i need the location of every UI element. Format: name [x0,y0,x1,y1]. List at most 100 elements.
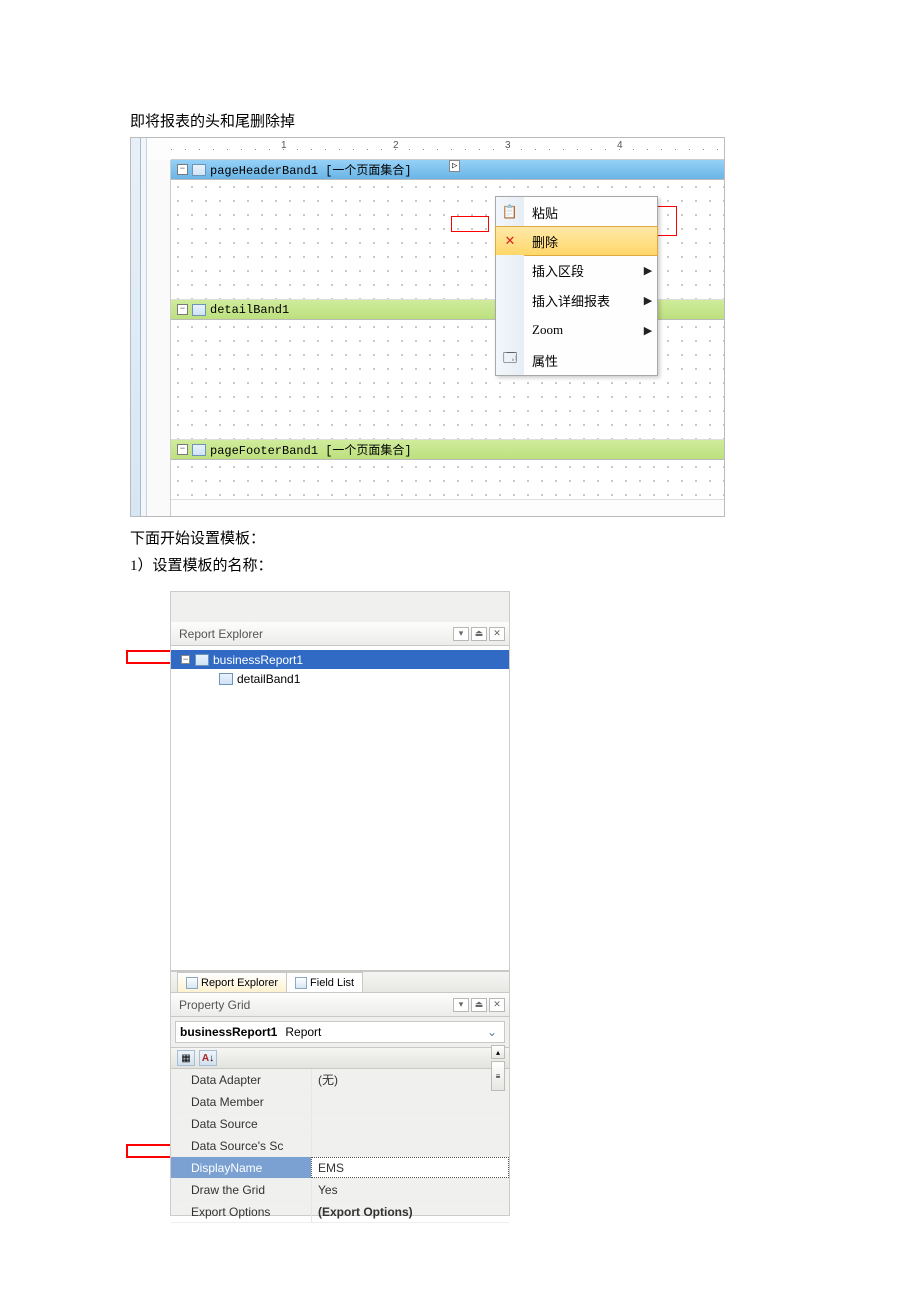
menu-paste-label: 粘贴 [524,203,657,222]
menu-delete-label: 删除 [524,232,657,251]
report-explorer-tab-icon [186,977,198,989]
categorize-icon[interactable]: ▦ [177,1050,195,1066]
dropdown-icon[interactable]: ⌄ [484,1025,500,1039]
menu-insert-section-label: 插入区段 [524,261,639,280]
tree-root-label: businessReport1 [213,653,303,667]
doc-line-3: 1）设置模板的名称： [130,554,790,575]
window-pin-icon[interactable]: ⏏ [471,627,487,641]
horizontal-ruler: 1 2 3 4 [171,138,724,160]
property-scrollbar[interactable]: ▴ ≡ [491,1045,505,1091]
scroll-thumb[interactable]: ≡ [491,1061,505,1091]
blank-icon [496,255,524,285]
collapse-icon[interactable]: − [177,304,188,315]
report-explorer-tree[interactable]: − businessReport1 detailBand1 [171,646,509,971]
menu-properties-label: 属性 [524,351,657,370]
property-object-name: businessReport1 [180,1025,277,1039]
window-pin-icon[interactable]: ⏏ [471,998,487,1012]
property-grid-title-text: Property Grid [179,998,250,1012]
prop-row-draw-grid[interactable]: Draw the Grid Yes [171,1179,509,1201]
ruler-tick-2: 2 [393,140,399,151]
detail-band-label: detailBand1 [210,303,289,317]
properties-icon: 🗔 [496,345,524,375]
context-menu: 📋 粘贴 ✕ 删除 插入区段 ▶ 插入详细报表 ▶ Zoom ▶ [495,196,658,376]
menu-delete[interactable]: ✕ 删除 [495,226,658,256]
prop-name: Export Options [171,1201,311,1222]
submenu-arrow-icon: ▶ [639,294,657,307]
band-icon [192,164,206,176]
property-toolbar: ▦ A↓ [171,1047,509,1069]
menu-properties[interactable]: 🗔 属性 [496,345,657,375]
field-list-tab-icon [295,977,307,989]
page-header-label: pageHeaderBand1 [一个页面集合] [210,161,412,178]
prop-value[interactable]: EMS [311,1157,509,1178]
tree-root-node[interactable]: − businessReport1 [171,650,509,669]
page-footer-band[interactable]: − pageFooterBand1 [一个页面集合] [171,440,724,460]
prop-value[interactable] [311,1135,509,1156]
prop-value[interactable]: (无) [311,1069,509,1090]
ruler-tick-4: 4 [617,140,623,151]
band-icon [192,304,206,316]
menu-insert-detail[interactable]: 插入详细报表 ▶ [496,285,657,315]
ruler-tick-1: 1 [281,140,287,151]
property-object-type: Report [285,1025,321,1039]
collapse-icon[interactable]: − [177,444,188,455]
prop-row-display-name[interactable]: DisplayName EMS [171,1157,509,1179]
prop-name: Draw the Grid [171,1179,311,1200]
delete-icon: ✕ [496,227,524,255]
prop-row-data-adapter[interactable]: Data Adapter (无) [171,1069,509,1091]
submenu-arrow-icon: ▶ [639,324,657,337]
designer-screenshot: 1 2 3 4 − pageHeaderBand1 [一个页面集合] ▷ − d… [130,137,725,517]
page-footer-area[interactable] [171,460,724,500]
prop-row-data-source-schema[interactable]: Data Source's Sc [171,1135,509,1157]
prop-value[interactable]: (Export Options) [311,1201,509,1222]
band-icon [192,444,206,456]
vertical-ruler [147,160,171,516]
menu-paste[interactable]: 📋 粘贴 [496,197,657,227]
band-icon [219,673,233,685]
tree-child-node[interactable]: detailBand1 [171,669,509,688]
sort-alpha-icon[interactable]: A↓ [199,1050,217,1066]
doc-line-2: 下面开始设置模板： [130,527,790,548]
prop-name: Data Source's Sc [171,1135,311,1156]
smart-tag-icon[interactable]: ▷ [449,160,460,172]
tab-report-explorer[interactable]: Report Explorer [177,972,287,992]
panels-screenshot: Report Explorer ▾ ⏏ ✕ − businessReport1 … [170,591,510,1216]
tab-field-list-label: Field List [310,977,354,989]
prop-name: Data Source [171,1113,311,1134]
blank-icon [496,285,524,315]
report-explorer-title: Report Explorer ▾ ⏏ ✕ [171,622,509,646]
tab-report-explorer-label: Report Explorer [201,977,278,989]
tab-field-list[interactable]: Field List [286,972,363,992]
window-close-icon[interactable]: ✕ [489,627,505,641]
collapse-icon[interactable]: − [177,164,188,175]
window-close-icon[interactable]: ✕ [489,998,505,1012]
prop-value[interactable] [311,1113,509,1134]
prop-value[interactable]: Yes [311,1179,509,1200]
designer-body: − pageHeaderBand1 [一个页面集合] ▷ − detailBan… [171,160,724,516]
left-strip [131,138,141,516]
submenu-arrow-icon: ▶ [639,264,657,277]
report-explorer-title-text: Report Explorer [179,627,263,641]
prop-row-data-source[interactable]: Data Source [171,1113,509,1135]
menu-insert-section[interactable]: 插入区段 ▶ [496,255,657,285]
explorer-tabbar: Report Explorer Field List [171,971,509,993]
report-icon [195,654,209,666]
blank-icon [496,315,524,345]
tree-child-label: detailBand1 [237,672,300,686]
prop-row-data-member[interactable]: Data Member [171,1091,509,1113]
selection-marker-1 [451,216,489,232]
property-object-combo[interactable]: businessReport1 Report ⌄ [175,1021,505,1043]
prop-name: DisplayName [171,1157,311,1178]
paste-icon: 📋 [496,197,524,227]
window-dropdown-icon[interactable]: ▾ [453,998,469,1012]
page-footer-label: pageFooterBand1 [一个页面集合] [210,441,412,458]
ruler-tick-3: 3 [505,140,511,151]
scroll-up-icon[interactable]: ▴ [491,1045,505,1059]
property-grid-title: Property Grid ▾ ⏏ ✕ [171,993,509,1017]
prop-row-export-options[interactable]: Export Options (Export Options) [171,1201,509,1223]
window-dropdown-icon[interactable]: ▾ [453,627,469,641]
menu-zoom[interactable]: Zoom ▶ [496,315,657,345]
tree-collapse-icon[interactable]: − [181,655,190,664]
prop-value[interactable] [311,1091,509,1112]
page-header-band[interactable]: − pageHeaderBand1 [一个页面集合] ▷ [171,160,724,180]
